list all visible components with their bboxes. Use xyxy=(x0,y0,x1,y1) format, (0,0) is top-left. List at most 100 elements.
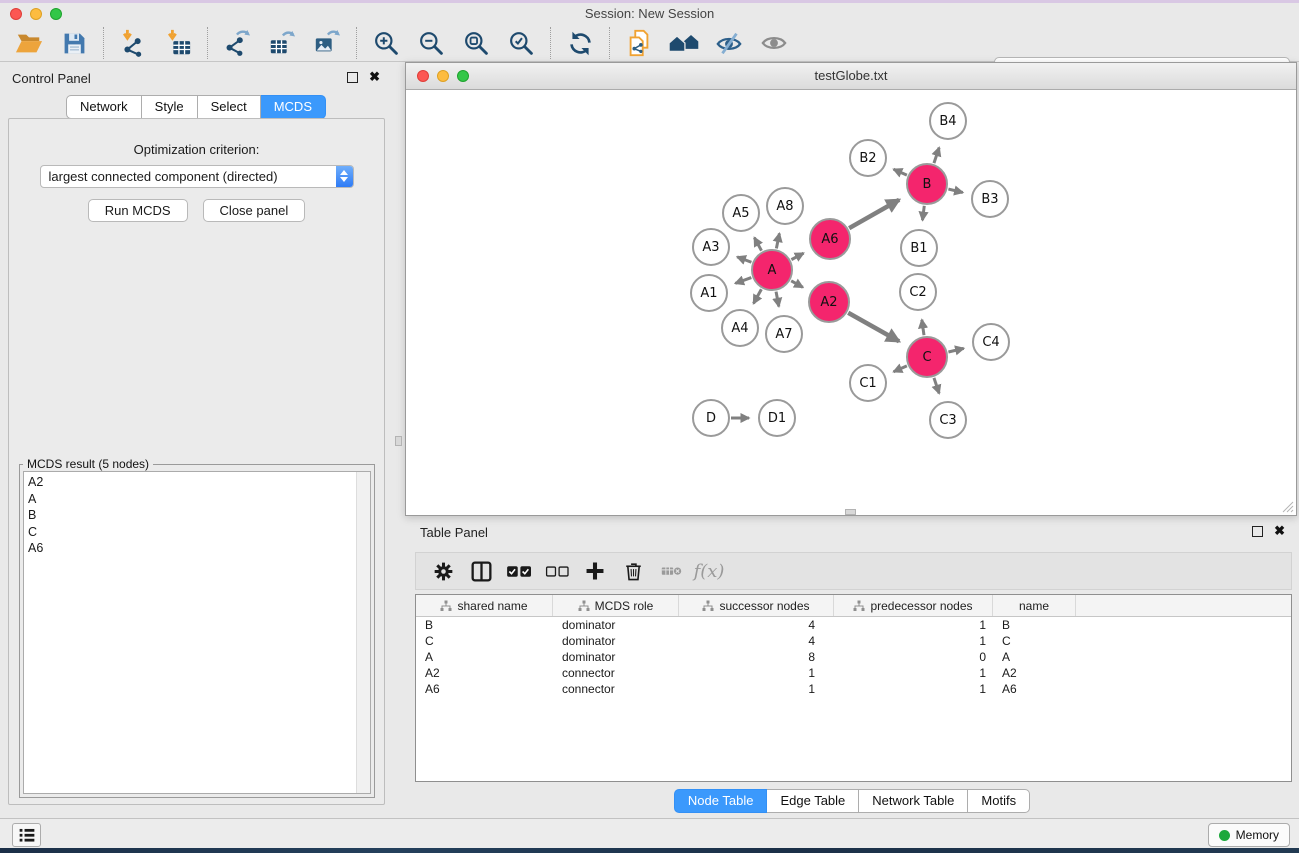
delete-column-icon[interactable] xyxy=(614,556,652,586)
column-header-name[interactable]: name xyxy=(993,595,1076,616)
node-B2[interactable]: B2 xyxy=(849,139,887,177)
node-A4[interactable]: A4 xyxy=(721,309,759,347)
edge-A-to-A1[interactable] xyxy=(735,278,751,284)
close-window-button[interactable] xyxy=(10,8,22,20)
tab-motifs[interactable]: Motifs xyxy=(968,789,1030,813)
mcds-result-item[interactable]: B xyxy=(24,507,370,524)
add-column-icon[interactable] xyxy=(576,556,614,586)
column-header-MCDS-role[interactable]: MCDS role xyxy=(553,595,679,616)
node-A1[interactable]: A1 xyxy=(690,274,728,312)
network-close-button[interactable] xyxy=(417,70,429,82)
table-cell[interactable]: B xyxy=(993,617,1076,633)
clone-network-icon[interactable] xyxy=(624,28,654,58)
edge-A-to-A7[interactable] xyxy=(776,292,779,307)
table-cell[interactable]: A6 xyxy=(993,681,1076,697)
table-cell[interactable]: connector xyxy=(553,681,679,697)
minimize-window-button[interactable] xyxy=(30,8,42,20)
settings-icon[interactable] xyxy=(424,556,462,586)
export-table-icon[interactable] xyxy=(267,28,297,58)
mcds-result-item[interactable]: A xyxy=(24,491,370,508)
node-A[interactable]: A xyxy=(751,249,793,291)
edge-C-to-C2[interactable] xyxy=(922,320,924,335)
import-table-icon[interactable] xyxy=(163,28,193,58)
edge-B-to-B4[interactable] xyxy=(934,148,939,164)
horizontal-splitter-handle[interactable] xyxy=(845,509,856,515)
edge-A-to-A8[interactable] xyxy=(776,233,779,248)
edge-A6-to-B[interactable] xyxy=(849,200,899,228)
tab-node-table[interactable]: Node Table xyxy=(674,789,768,813)
table-cell[interactable]: A xyxy=(993,649,1076,665)
vertical-splitter-handle[interactable] xyxy=(395,436,402,446)
column-view-icon[interactable] xyxy=(462,556,500,586)
mcds-result-item[interactable]: C xyxy=(24,524,370,541)
close-panel-icon[interactable]: ✖ xyxy=(369,71,380,83)
node-C2[interactable]: C2 xyxy=(899,273,937,311)
table-cell[interactable]: 4 xyxy=(679,617,834,633)
tab-network-table[interactable]: Network Table xyxy=(859,789,968,813)
node-A7[interactable]: A7 xyxy=(765,315,803,353)
table-cell[interactable]: 1 xyxy=(834,633,993,649)
edge-A-to-A5[interactable] xyxy=(754,238,761,251)
criterion-select[interactable]: largest connected component (directed) xyxy=(40,165,354,188)
edge-A-to-A2[interactable] xyxy=(791,281,803,288)
node-D1[interactable]: D1 xyxy=(758,399,796,437)
zoom-fit-icon[interactable] xyxy=(461,28,491,58)
tab-select[interactable]: Select xyxy=(198,95,261,119)
node-B4[interactable]: B4 xyxy=(929,102,967,140)
network-canvas[interactable]: B4B2BB3A8A5A6A3B1AA1C2A2A4A7C4CC1C3DD1 xyxy=(406,90,1296,515)
resize-grip-icon[interactable] xyxy=(1282,501,1294,513)
edge-B-to-B1[interactable] xyxy=(922,206,924,220)
table-cell[interactable]: 4 xyxy=(679,633,834,649)
export-image-icon[interactable] xyxy=(312,28,342,58)
node-A8[interactable]: A8 xyxy=(766,187,804,225)
close-panel-button[interactable]: Close panel xyxy=(203,199,306,222)
node-A5[interactable]: A5 xyxy=(722,194,760,232)
table-row[interactable]: Bdominator41B xyxy=(416,617,1291,633)
memory-button[interactable]: Memory xyxy=(1208,823,1290,847)
table-cell[interactable]: 8 xyxy=(679,649,834,665)
table-row[interactable]: Adominator80A xyxy=(416,649,1291,665)
table-cell[interactable]: dominator xyxy=(553,633,679,649)
mcds-result-item[interactable]: A2 xyxy=(24,474,370,491)
table-cell[interactable]: C xyxy=(416,633,553,649)
edge-A-to-A4[interactable] xyxy=(754,289,762,303)
edge-C-to-C1[interactable] xyxy=(894,366,907,372)
run-mcds-button[interactable]: Run MCDS xyxy=(88,199,188,222)
table-cell[interactable]: A xyxy=(416,649,553,665)
node-C4[interactable]: C4 xyxy=(972,323,1010,361)
edge-B-to-B3[interactable] xyxy=(948,189,962,192)
close-table-panel-icon[interactable]: ✖ xyxy=(1274,525,1285,537)
zoom-in-icon[interactable] xyxy=(371,28,401,58)
network-minimize-button[interactable] xyxy=(437,70,449,82)
table-cell[interactable]: 1 xyxy=(679,665,834,681)
zoom-window-button[interactable] xyxy=(50,8,62,20)
show-panels-button[interactable] xyxy=(12,823,41,847)
tab-style[interactable]: Style xyxy=(142,95,198,119)
import-network-icon[interactable] xyxy=(118,28,148,58)
table-cell[interactable]: A2 xyxy=(993,665,1076,681)
node-C1[interactable]: C1 xyxy=(849,364,887,402)
table-cell[interactable]: connector xyxy=(553,665,679,681)
save-session-icon[interactable] xyxy=(59,28,89,58)
node-B[interactable]: B xyxy=(906,163,948,205)
table-row[interactable]: Cdominator41C xyxy=(416,633,1291,649)
edge-A2-to-C[interactable] xyxy=(848,313,899,342)
node-B1[interactable]: B1 xyxy=(900,229,938,267)
node-A3[interactable]: A3 xyxy=(692,228,730,266)
hide-selected-icon[interactable] xyxy=(714,28,744,58)
scrollbar-track[interactable] xyxy=(356,472,370,793)
table-cell[interactable]: 1 xyxy=(834,665,993,681)
node-B3[interactable]: B3 xyxy=(971,180,1009,218)
table-cell[interactable]: A2 xyxy=(416,665,553,681)
open-session-icon[interactable] xyxy=(14,28,44,58)
float-panel-icon[interactable] xyxy=(347,72,358,83)
node-A6[interactable]: A6 xyxy=(809,218,851,260)
table-cell[interactable]: C xyxy=(993,633,1076,649)
table-cell[interactable]: A6 xyxy=(416,681,553,697)
table-cell[interactable]: B xyxy=(416,617,553,633)
network-zoom-button[interactable] xyxy=(457,70,469,82)
table-cell[interactable]: dominator xyxy=(553,649,679,665)
zoom-out-icon[interactable] xyxy=(416,28,446,58)
select-all-checkboxes-icon[interactable] xyxy=(500,556,538,586)
table-cell[interactable]: 0 xyxy=(834,649,993,665)
